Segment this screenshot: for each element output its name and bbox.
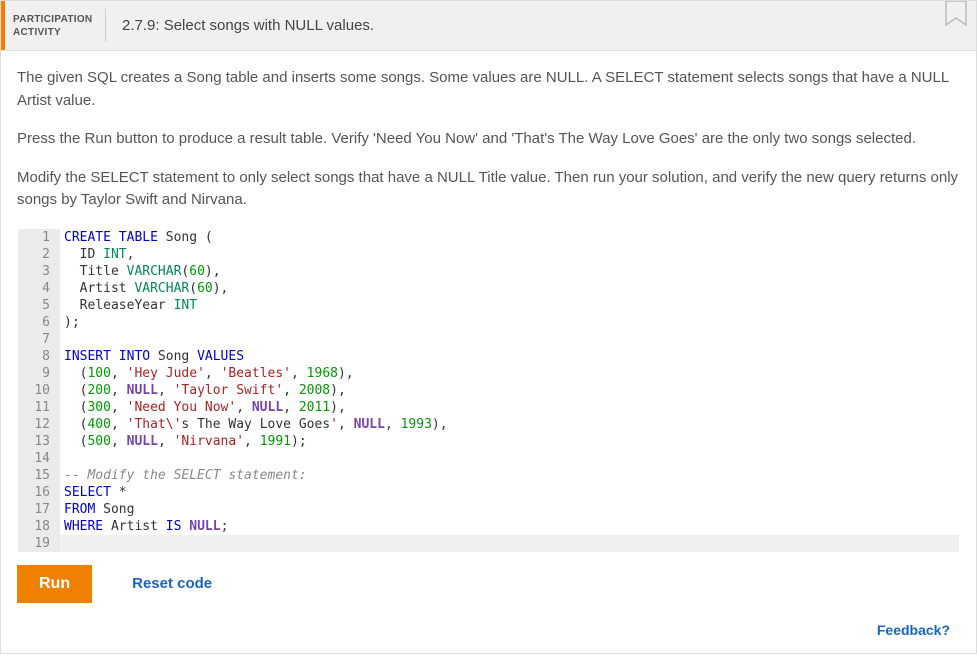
- code-text[interactable]: -- Modify the SELECT statement:: [60, 467, 959, 484]
- line-number: 7: [18, 331, 60, 348]
- code-text[interactable]: (100, 'Hey Jude', 'Beatles', 1968),: [60, 365, 959, 382]
- code-line[interactable]: 3 Title VARCHAR(60),: [18, 263, 959, 280]
- code-line[interactable]: 9 (100, 'Hey Jude', 'Beatles', 1968),: [18, 365, 959, 382]
- activity-header: PARTICIPATION ACTIVITY 2.7.9: Select son…: [1, 1, 976, 51]
- code-text[interactable]: (400, 'That\'s The Way Love Goes', NULL,…: [60, 416, 959, 433]
- line-number: 18: [18, 518, 60, 535]
- code-line[interactable]: 1CREATE TABLE Song (: [18, 229, 959, 246]
- line-number: 4: [18, 280, 60, 297]
- code-text[interactable]: ID INT,: [60, 246, 959, 263]
- code-line[interactable]: 4 Artist VARCHAR(60),: [18, 280, 959, 297]
- buttons-row: Run Reset code: [17, 565, 960, 603]
- reset-code-button[interactable]: Reset code: [132, 575, 212, 592]
- code-text[interactable]: [60, 450, 959, 467]
- line-number: 13: [18, 433, 60, 450]
- line-number: 3: [18, 263, 60, 280]
- code-line[interactable]: 18WHERE Artist IS NULL;: [18, 518, 959, 535]
- activity-type-line1: PARTICIPATION: [13, 13, 93, 26]
- code-line[interactable]: 16SELECT *: [18, 484, 959, 501]
- code-text[interactable]: SELECT *: [60, 484, 959, 501]
- code-line[interactable]: 14: [18, 450, 959, 467]
- code-text[interactable]: Title VARCHAR(60),: [60, 263, 959, 280]
- code-line[interactable]: 5 ReleaseYear INT: [18, 297, 959, 314]
- line-number: 11: [18, 399, 60, 416]
- code-line[interactable]: 17FROM Song: [18, 501, 959, 518]
- line-number: 2: [18, 246, 60, 263]
- instruction-p2: Press the Run button to produce a result…: [17, 128, 960, 151]
- code-line[interactable]: 7: [18, 331, 959, 348]
- code-line[interactable]: 8INSERT INTO Song VALUES: [18, 348, 959, 365]
- code-line[interactable]: 19: [18, 535, 959, 552]
- code-text[interactable]: (500, NULL, 'Nirvana', 1991);: [60, 433, 959, 450]
- run-button[interactable]: Run: [17, 565, 92, 603]
- code-text[interactable]: (200, NULL, 'Taylor Swift', 2008),: [60, 382, 959, 399]
- code-editor[interactable]: 1CREATE TABLE Song (2 ID INT,3 Title VAR…: [17, 228, 960, 553]
- activity-type-line2: ACTIVITY: [13, 26, 93, 39]
- code-line[interactable]: 11 (300, 'Need You Now', NULL, 2011),: [18, 399, 959, 416]
- line-number: 1: [18, 229, 60, 246]
- code-text[interactable]: INSERT INTO Song VALUES: [60, 348, 959, 365]
- code-line[interactable]: 6);: [18, 314, 959, 331]
- line-number: 19: [18, 535, 60, 552]
- line-number: 8: [18, 348, 60, 365]
- code-text[interactable]: [60, 331, 959, 348]
- code-text[interactable]: );: [60, 314, 959, 331]
- line-number: 17: [18, 501, 60, 518]
- instruction-p1: The given SQL creates a Song table and i…: [17, 67, 960, 112]
- code-text[interactable]: FROM Song: [60, 501, 959, 518]
- code-text[interactable]: [60, 535, 959, 552]
- code-line[interactable]: 10 (200, NULL, 'Taylor Swift', 2008),: [18, 382, 959, 399]
- code-text[interactable]: WHERE Artist IS NULL;: [60, 518, 959, 535]
- instructions: The given SQL creates a Song table and i…: [17, 67, 960, 212]
- code-line[interactable]: 2 ID INT,: [18, 246, 959, 263]
- feedback-row: Feedback?: [17, 603, 960, 643]
- line-number: 5: [18, 297, 60, 314]
- feedback-button[interactable]: Feedback?: [871, 621, 956, 639]
- activity-title: 2.7.9: Select songs with NULL values.: [106, 1, 936, 50]
- line-number: 14: [18, 450, 60, 467]
- line-number: 9: [18, 365, 60, 382]
- line-number: 12: [18, 416, 60, 433]
- code-text[interactable]: CREATE TABLE Song (: [60, 229, 959, 246]
- line-number: 16: [18, 484, 60, 501]
- code-text[interactable]: Artist VARCHAR(60),: [60, 280, 959, 297]
- line-number: 10: [18, 382, 60, 399]
- code-line[interactable]: 12 (400, 'That\'s The Way Love Goes', NU…: [18, 416, 959, 433]
- code-line[interactable]: 13 (500, NULL, 'Nirvana', 1991);: [18, 433, 959, 450]
- bookmark-icon[interactable]: [936, 1, 976, 50]
- activity-type-label: PARTICIPATION ACTIVITY: [5, 1, 105, 50]
- line-number: 15: [18, 467, 60, 484]
- line-number: 6: [18, 314, 60, 331]
- code-line[interactable]: 15-- Modify the SELECT statement:: [18, 467, 959, 484]
- code-text[interactable]: (300, 'Need You Now', NULL, 2011),: [60, 399, 959, 416]
- activity-body: The given SQL creates a Song table and i…: [1, 51, 976, 653]
- instruction-p3: Modify the SELECT statement to only sele…: [17, 167, 960, 212]
- activity-container: PARTICIPATION ACTIVITY 2.7.9: Select son…: [0, 0, 977, 654]
- code-text[interactable]: ReleaseYear INT: [60, 297, 959, 314]
